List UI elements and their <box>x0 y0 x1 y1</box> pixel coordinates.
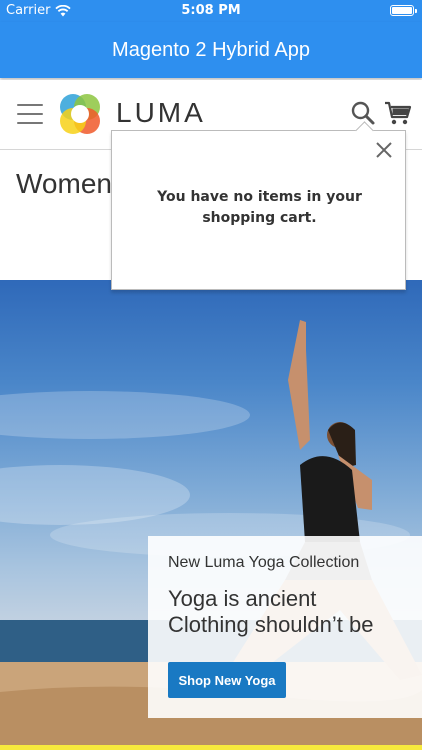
promo-title: Yoga is ancient Clothing shouldn’t be <box>168 586 374 637</box>
app-title: Magento 2 Hybrid App <box>112 38 310 61</box>
battery-icon <box>390 5 417 16</box>
bottom-stripe <box>0 745 422 750</box>
app-bar: Magento 2 Hybrid App <box>0 22 422 78</box>
promo-panel: New Luma Yoga Collection Yoga is ancient… <box>148 536 422 718</box>
promo-kicker: New Luma Yoga Collection <box>168 554 360 571</box>
minicart-dropdown: You have no items in your shopping cart. <box>111 121 406 290</box>
status-bar: Carrier 5:08 PM <box>0 0 422 22</box>
cart-icon[interactable] <box>384 100 412 126</box>
luma-logo-icon[interactable] <box>57 91 103 137</box>
hamburger-menu-icon[interactable] <box>17 104 43 124</box>
close-icon[interactable] <box>375 141 393 159</box>
empty-cart-message: You have no items in your shopping cart. <box>157 189 362 226</box>
logo-text: LUMA <box>116 97 206 128</box>
shop-new-yoga-button[interactable]: Shop New Yoga <box>168 662 286 698</box>
page-title: Women <box>16 168 112 199</box>
status-time: 5:08 PM <box>181 3 241 18</box>
